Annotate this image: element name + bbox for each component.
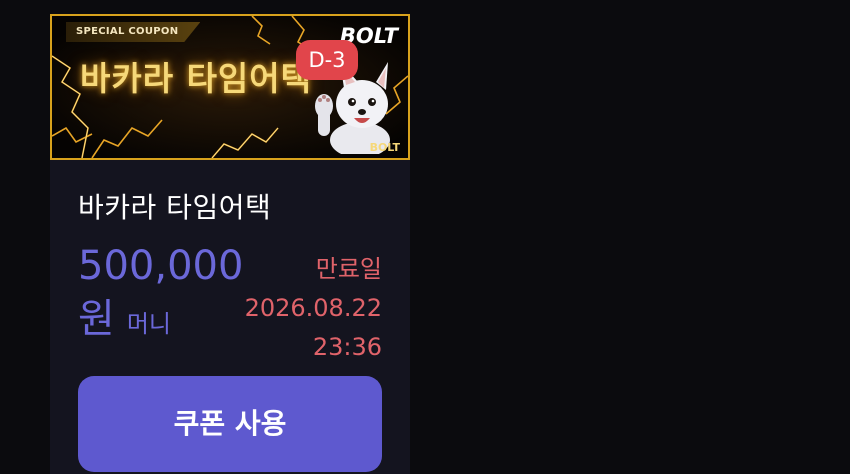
expiry-time: 23:36 <box>312 333 382 361</box>
money-type-label: 머니 <box>126 310 171 338</box>
special-coupon-label: SPECIAL COUPON <box>66 22 201 42</box>
coupon-amount: 500,000 <box>78 243 244 289</box>
expiry-block: 만료일 2026.08.22 23:36 <box>245 250 382 367</box>
bolt-small-logo: BOLT <box>369 141 400 154</box>
currency-row: 원 머니 <box>78 296 171 342</box>
coupon-card: SPECIAL COUPON 바카라 타임어택 BOLT BOLT D-3 바카… <box>50 14 410 474</box>
currency-label: 원 <box>78 296 115 342</box>
use-coupon-button[interactable]: 쿠폰 사용 <box>78 376 382 472</box>
expiry-label: 만료일 <box>315 255 382 283</box>
coupon-banner: SPECIAL COUPON 바카라 타임어택 BOLT BOLT <box>50 14 410 160</box>
expiry-date: 2026.08.22 <box>244 294 382 322</box>
coupon-title: 바카라 타임어택 <box>78 191 272 224</box>
d-day-badge: D-3 <box>296 40 358 80</box>
banner-title: 바카라 타임어택 <box>80 59 313 98</box>
